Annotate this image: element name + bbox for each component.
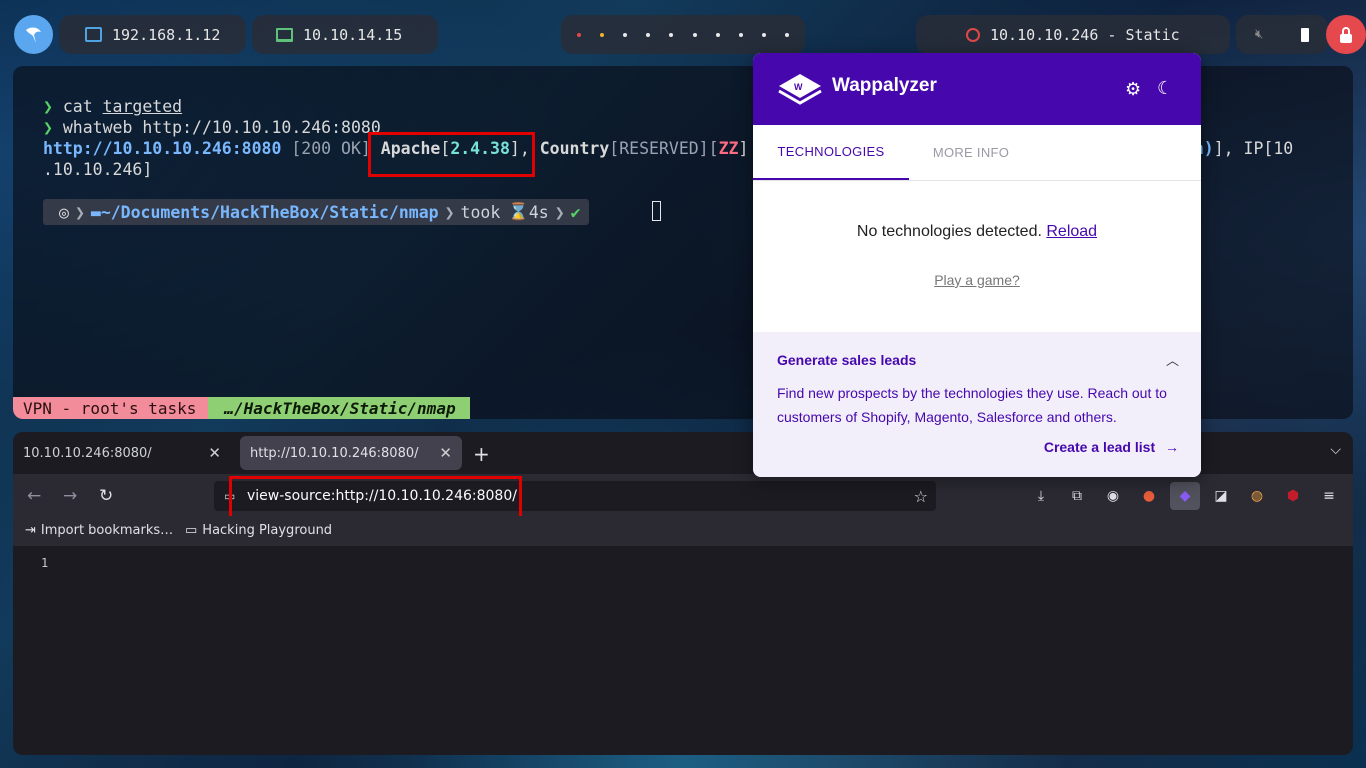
tab-more-info[interactable]: MORE INFO [909, 125, 1033, 180]
debian-icon: ◎ [59, 202, 69, 222]
line-number: 1 [41, 556, 49, 570]
close-tab-icon[interactable]: ✕ [208, 444, 221, 462]
downloads-icon[interactable]: ⤓ [1029, 484, 1053, 508]
wappalyzer-icon[interactable]: ◆ [1170, 482, 1200, 510]
new-tab-button[interactable]: + [473, 442, 490, 466]
wappalyzer-header: W Wappalyzer ⚙ ☾ [753, 53, 1201, 125]
wappalyzer-tabs: TECHNOLOGIES MORE INFO [753, 125, 1201, 181]
bookmark-hacking-playground[interactable]: ▭ Hacking Playground [185, 523, 332, 538]
view-source-content[interactable]: 1 [13, 546, 1353, 755]
prompt-time: 4s [528, 202, 549, 222]
network-icon [85, 27, 102, 42]
workspace-dot-2[interactable] [599, 32, 604, 37]
bookmark-import-label: Import bookmarks… [40, 523, 174, 538]
tab-1-title: 10.10.10.246:8080/ [23, 445, 152, 461]
tab-2-active[interactable]: http://10.10.10.246:8080/ ✕ [240, 436, 462, 470]
target-icon [966, 27, 980, 42]
target-text: 10.10.10.246 - Static [990, 25, 1180, 44]
local-ip-indicator: 192.168.1.12 [59, 15, 246, 54]
workspace-dot-3[interactable] [622, 32, 627, 37]
extensions-icon[interactable]: ⧉ [1065, 484, 1089, 508]
kali-dragon-icon [25, 27, 41, 43]
list-tabs-chevron-icon[interactable]: ⌵ [1330, 442, 1341, 458]
workspace-dot-10[interactable] [785, 32, 790, 37]
settings-gear-icon[interactable]: ⚙ [1125, 79, 1141, 100]
tab-2-title: http://10.10.10.246:8080/ [250, 445, 419, 461]
tab-1[interactable]: 10.10.10.246:8080/ ✕ [13, 436, 231, 470]
prompt-path: ~/Documents/HackTheBox/Static/nmap [100, 202, 439, 222]
user-agent-icon[interactable]: ◪ [1209, 484, 1233, 508]
workspace-switcher[interactable] [561, 15, 805, 54]
highlight-apache-version [368, 132, 535, 177]
wappalyzer-brand: Wappalyzer [832, 75, 937, 96]
ublock-icon[interactable]: ⬢ [1281, 484, 1305, 508]
terminal-line-2: ❯ whatweb http://10.10.10.246:8080 [43, 118, 381, 137]
lock-icon [1340, 26, 1352, 43]
system-tray: 🔇︎ [1236, 15, 1328, 54]
foxyproxy-icon[interactable]: ◍ [1245, 484, 1269, 508]
hourglass-icon: ⌛ [508, 202, 529, 221]
create-lead-list-link[interactable]: Create a lead list → [1044, 439, 1179, 455]
reload-link[interactable]: Reload [1046, 223, 1097, 240]
wappalyzer-popup: W Wappalyzer ⚙ ☾ TECHNOLOGIES MORE INFO … [753, 53, 1201, 477]
bookmark-star-icon[interactable]: ☆ [914, 487, 928, 506]
workspace-dot-9[interactable] [762, 32, 767, 37]
workspace-dot-5[interactable] [669, 32, 674, 37]
play-game-link[interactable]: Play a game? [753, 272, 1201, 288]
close-tab-icon[interactable]: ✕ [439, 444, 452, 462]
lock-button[interactable] [1326, 15, 1366, 54]
workspace-dot-6[interactable] [692, 32, 697, 37]
prompt-took: took [460, 202, 501, 222]
chevron-up-icon[interactable]: ︿ [1166, 350, 1179, 369]
tab-technologies[interactable]: TECHNOLOGIES [753, 125, 909, 180]
wappalyzer-logo-icon: W [778, 74, 822, 105]
bookmarks-toolbar: ⇥ Import bookmarks… ▭ Hacking Playground [13, 516, 1353, 546]
status-path: …/HackTheBox/Static/nmap [208, 397, 470, 419]
create-lead-list-label: Create a lead list [1043, 439, 1156, 455]
bookmark-hacking-playground-label: Hacking Playground [202, 523, 333, 538]
workspace-dot-1[interactable] [576, 32, 581, 37]
laptop-icon [276, 27, 293, 42]
battery-icon [1301, 27, 1310, 42]
browser-window: 10.10.10.246:8080/ ✕ http://10.10.10.246… [13, 432, 1353, 755]
no-tech-text: No technologies detected. [856, 223, 1042, 240]
no-tech-message: No technologies detected. Reload [753, 223, 1201, 241]
workspace-dot-7[interactable] [715, 32, 720, 37]
launcher-button[interactable] [14, 15, 53, 54]
leads-title: Generate sales leads [777, 352, 917, 368]
folder-icon: ▭ [185, 523, 198, 538]
target-indicator: 10.10.10.246 - Static [916, 15, 1230, 54]
cookie-extension-icon[interactable]: ● [1137, 484, 1161, 508]
arrow-right-icon: → [1165, 439, 1179, 455]
folder-icon: ▬ [90, 202, 101, 222]
check-icon: ✔ [570, 202, 581, 222]
forward-icon[interactable]: → [63, 486, 77, 506]
svg-text:W: W [794, 82, 803, 92]
local-ip-text: 192.168.1.12 [112, 25, 221, 44]
hacktools-icon[interactable]: ◉ [1101, 484, 1125, 508]
status-session: VPN - root's tasks [13, 397, 209, 419]
tmux-statusbar: VPN - root's tasks …/HackTheBox/Static/n… [13, 397, 470, 419]
terminal-cursor [652, 201, 661, 221]
mute-icon[interactable]: 🔇︎ [1255, 27, 1263, 42]
workspace-dot-4[interactable] [646, 32, 651, 37]
dark-mode-moon-icon[interactable]: ☾ [1157, 78, 1173, 99]
workspace-dot-8[interactable] [738, 32, 743, 37]
import-icon: ⇥ [25, 523, 36, 538]
vpn-ip-text: 10.10.14.15 [303, 25, 403, 44]
terminal-line-1: ❯ cat targeted [43, 97, 183, 116]
sales-leads-panel: Generate sales leads ︿ Find new prospect… [753, 332, 1201, 477]
terminal-output-wrap: .10.10.246] [43, 160, 153, 179]
reload-icon[interactable]: ↻ [99, 486, 113, 506]
menu-icon[interactable]: ≡ [1317, 484, 1341, 508]
vpn-ip-indicator: 10.10.14.15 [252, 15, 438, 54]
leads-description: Find new prospects by the technologies t… [777, 385, 1167, 425]
shell-prompt: ◎ ❯ ▬ ~/Documents/HackTheBox/Static/nmap… [43, 199, 589, 225]
back-icon[interactable]: ← [27, 486, 41, 506]
bookmark-import[interactable]: ⇥ Import bookmarks… [25, 523, 173, 538]
